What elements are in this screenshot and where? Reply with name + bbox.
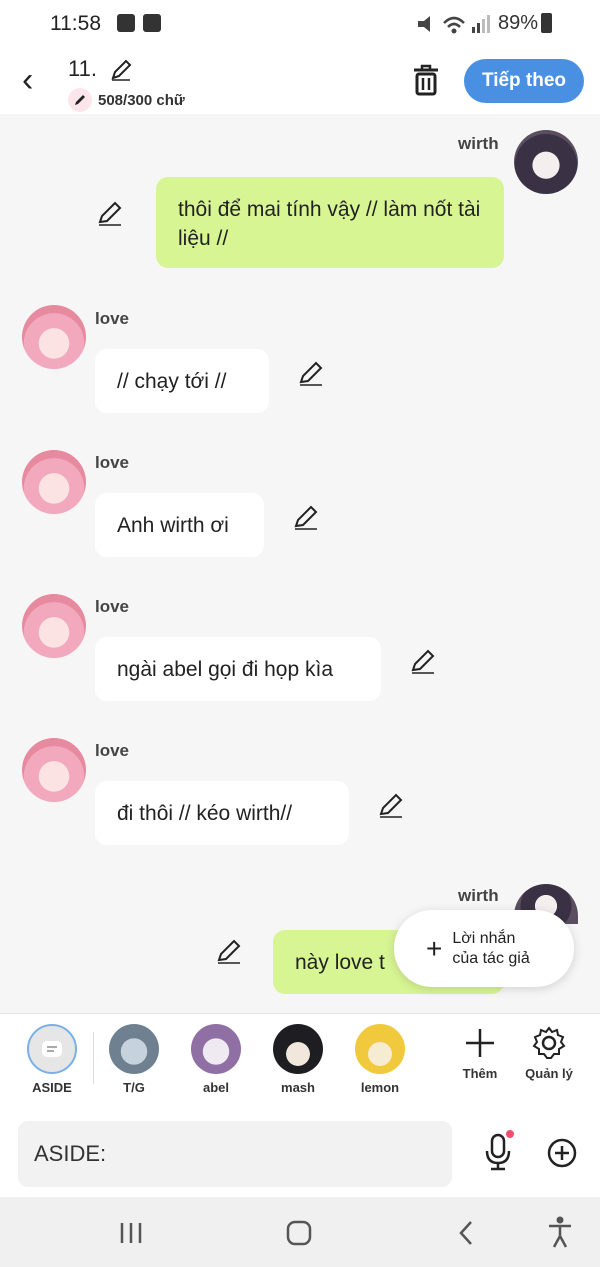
message-bubble[interactable]: Anh wirth ơi (95, 493, 264, 557)
message-bubble[interactable]: // chạy tới // (95, 349, 269, 413)
home-icon[interactable] (285, 1219, 313, 1247)
status-time: 11:58 (50, 12, 101, 35)
sender-name: love (95, 597, 130, 616)
chapter-header: ‹ 11. 508/300 chữ Tiếp theo (0, 48, 600, 114)
char-count: 508/300 chữ (68, 88, 185, 112)
sender-name: love (95, 741, 130, 760)
sender-name: love (95, 453, 130, 472)
character-name: T/G (123, 1080, 145, 1095)
author-note-button[interactable]: + Lời nhắn của tác giả (394, 910, 574, 987)
add-character-button[interactable]: Thêm (445, 1026, 515, 1081)
mic-icon (485, 1130, 514, 1171)
gear-icon (532, 1026, 566, 1059)
avatar-wirth[interactable] (514, 130, 578, 194)
plus-icon: + (426, 932, 443, 964)
edit-title-icon[interactable] (109, 58, 133, 82)
character-name: abel (202, 1080, 229, 1095)
sender-name: wirth (458, 134, 499, 153)
mic-button[interactable] (482, 1129, 514, 1178)
edit-message-icon[interactable] (292, 504, 320, 532)
abel-avatar (191, 1024, 241, 1074)
mash-avatar (273, 1024, 323, 1074)
tg-avatar (109, 1024, 159, 1074)
author-note-label: Lời nhắn của tác giả (452, 929, 529, 969)
edit-message-icon[interactable] (377, 792, 405, 820)
plus-icon (466, 1029, 494, 1057)
plus-circle-icon (547, 1138, 577, 1168)
sender-name: love (95, 309, 130, 328)
app-notification-icon (143, 14, 161, 32)
back-nav-icon[interactable] (456, 1219, 476, 1247)
add-label: Thêm (462, 1066, 498, 1081)
message-input[interactable]: ASIDE: (18, 1121, 452, 1187)
manage-label: Quản lý (525, 1066, 573, 1081)
accessibility-icon[interactable] (546, 1215, 574, 1249)
character-tg[interactable]: T/G (99, 1024, 169, 1095)
recent-apps-icon[interactable] (118, 1221, 144, 1245)
message-bubble[interactable]: thôi để mai tính vậy // làm nốt tài liệu… (156, 177, 504, 268)
edit-message-icon[interactable] (297, 360, 325, 388)
signal-icons (418, 15, 490, 34)
avatar-love[interactable] (22, 450, 86, 514)
back-button[interactable]: ‹ (22, 63, 33, 97)
edit-message-icon[interactable] (409, 648, 437, 676)
message-bubble[interactable]: đi thôi // kéo wirth// (95, 781, 349, 845)
trash-icon[interactable] (410, 62, 442, 98)
edit-message-icon[interactable] (96, 200, 124, 228)
status-bar: 11:58 89% (0, 0, 600, 48)
chapter-title[interactable]: 11. (68, 56, 133, 82)
add-media-button[interactable] (546, 1137, 578, 1174)
pencil-icon (68, 88, 92, 112)
author-note-line2: của tác giả (452, 949, 530, 967)
edit-message-icon[interactable] (215, 938, 243, 966)
char-count-text: 508/300 chữ (98, 91, 185, 109)
divider (93, 1032, 94, 1084)
next-button[interactable]: Tiếp theo (464, 59, 584, 103)
character-name: lemon (360, 1080, 400, 1095)
character-lemon[interactable]: lemon (345, 1024, 415, 1095)
character-mash[interactable]: mash (263, 1024, 333, 1095)
message-bubble[interactable]: ngài abel gọi đi họp kìa (95, 637, 381, 701)
battery-icon (541, 13, 552, 33)
author-note-line1: Lời nhắn (452, 929, 516, 947)
character-name: mash (281, 1080, 315, 1095)
avatar-love[interactable] (22, 305, 86, 369)
system-nav-bar (0, 1197, 600, 1267)
avatar-love[interactable] (22, 738, 86, 802)
battery-percent: 89% (497, 12, 538, 34)
lemon-avatar (355, 1024, 405, 1074)
sender-name: wirth (458, 886, 499, 905)
manage-button[interactable]: Quản lý (514, 1026, 584, 1081)
character-bar: ASIDE T/G abel mash lemon Thêm Quản lý (0, 1013, 600, 1111)
gallery-icon (117, 14, 135, 32)
character-aside[interactable]: ASIDE (17, 1024, 87, 1095)
avatar-love[interactable] (22, 594, 86, 658)
chat-bubble-icon (42, 1041, 62, 1057)
character-abel[interactable]: abel (181, 1024, 251, 1095)
chapter-title-text: 11. (68, 56, 97, 81)
character-name: ASIDE (32, 1080, 72, 1095)
aside-avatar (27, 1024, 77, 1074)
input-bar: ASIDE: (0, 1111, 600, 1197)
